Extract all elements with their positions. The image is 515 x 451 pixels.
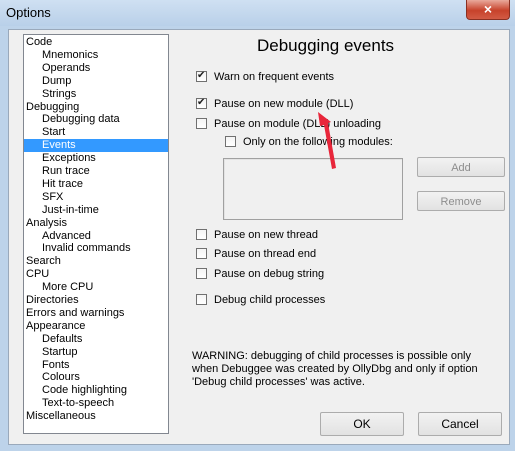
checkbox-box[interactable] — [196, 268, 207, 279]
checkbox-label: Pause on new thread — [214, 229, 318, 241]
modules-listbox[interactable] — [223, 158, 403, 220]
tree-item-analysis[interactable]: Analysis — [24, 217, 69, 230]
tree-item-directories[interactable]: Directories — [24, 294, 81, 307]
tree-item-cpu[interactable]: CPU — [24, 268, 51, 281]
tree-item-fonts[interactable]: Fonts — [24, 359, 72, 372]
tree-item-just-in-time[interactable]: Just-in-time — [24, 204, 101, 217]
ok-button[interactable]: OK — [320, 412, 404, 436]
tree-item-start[interactable]: Start — [24, 126, 67, 139]
checkbox-label: Pause on debug string — [214, 268, 325, 280]
add-button[interactable]: Add — [417, 157, 505, 177]
checkbox-label: Debug child processes — [214, 294, 326, 306]
checkbox-box[interactable] — [196, 118, 207, 129]
tree-item-colours[interactable]: Colours — [24, 371, 82, 384]
checkbox-label: Only on the following modules: — [243, 136, 393, 148]
tree-item-defaults[interactable]: Defaults — [24, 333, 84, 346]
tree-item-strings[interactable]: Strings — [24, 88, 78, 101]
remove-button[interactable]: Remove — [417, 191, 505, 211]
checkbox-box[interactable] — [196, 96, 207, 110]
title-bar[interactable]: Options × — [0, 0, 515, 26]
checkbox-label: Pause on new module (DLL) — [214, 98, 354, 110]
tree-item-appearance[interactable]: Appearance — [24, 320, 87, 333]
tree-item-operands[interactable]: Operands — [24, 62, 92, 75]
warning-line: 'Debug child processes' was active. — [192, 376, 365, 388]
warning-text: WARNING: debugging of child processes is… — [192, 350, 492, 389]
warning-line: when Debuggee was created by OllyDbg and… — [192, 363, 478, 375]
tree-item-run-trace[interactable]: Run trace — [24, 165, 92, 178]
tree-item-events[interactable]: Events — [24, 139, 168, 153]
tree-item-errors-and-warnings[interactable]: Errors and warnings — [24, 307, 126, 320]
page-title: Debugging events — [257, 36, 395, 55]
warning-line: WARNING: debugging of child processes is… — [192, 350, 472, 362]
tree-item-miscellaneous[interactable]: Miscellaneous — [24, 410, 98, 423]
tree-item-text-to-speech[interactable]: Text-to-speech — [24, 397, 116, 410]
checkbox-label: Warn on frequent events — [214, 71, 335, 83]
checkbox-box[interactable] — [225, 136, 236, 147]
checkbox-box[interactable] — [196, 248, 207, 259]
checkbox-box[interactable] — [196, 294, 207, 305]
checkbox-label: Pause on module (DLL) unloading — [214, 118, 381, 130]
options-window: Options × Code Mnemonics Operands Dump Strin… — [0, 0, 515, 451]
tree-item-invalid-commands[interactable]: Invalid commands — [24, 242, 133, 255]
tree-item-hit-trace[interactable]: Hit trace — [24, 178, 85, 191]
tree-item-dump[interactable]: Dump — [24, 75, 73, 88]
window-title: Options — [6, 5, 51, 20]
tree-item-startup[interactable]: Startup — [24, 346, 79, 359]
tree-item-search[interactable]: Search — [24, 255, 63, 268]
tree-item-mnemonics[interactable]: Mnemonics — [24, 49, 100, 62]
options-tree[interactable]: Code Mnemonics Operands Dump Strings Debuggin… — [23, 34, 169, 434]
close-icon[interactable]: × — [466, 0, 510, 20]
dialog-body: Code Mnemonics Operands Dump Strings Debuggin… — [8, 29, 510, 445]
tree-item-exceptions[interactable]: Exceptions — [24, 152, 98, 165]
cancel-button[interactable]: Cancel — [418, 412, 502, 436]
checkbox-label: Pause on thread end — [214, 248, 317, 260]
tree-item-debugging-data[interactable]: Debugging data — [24, 113, 122, 126]
tree-item-code[interactable]: Code — [24, 36, 54, 49]
checkbox-box[interactable] — [196, 229, 207, 240]
tree-item-code-highlighting[interactable]: Code highlighting — [24, 384, 129, 397]
tree-item-more-cpu[interactable]: More CPU — [24, 281, 95, 294]
tree-item-advanced[interactable]: Advanced — [24, 230, 93, 243]
tree-item-sfx[interactable]: SFX — [24, 191, 65, 204]
checkbox-box[interactable] — [196, 69, 207, 83]
tree-item-debugging[interactable]: Debugging — [24, 101, 81, 114]
